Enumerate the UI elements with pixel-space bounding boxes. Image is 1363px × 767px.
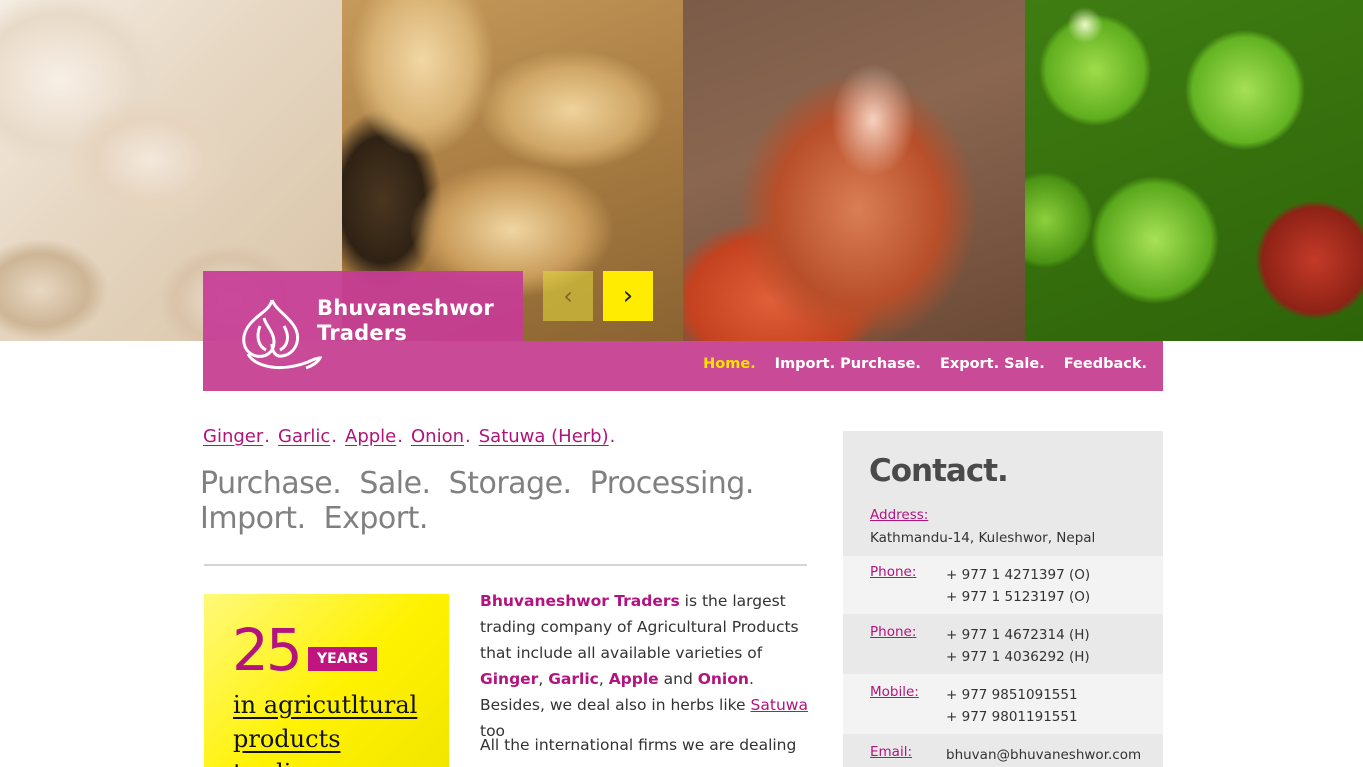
phone-office-2[interactable]: + 977 1 5123197 (O) bbox=[946, 586, 1090, 608]
satuwa-link[interactable]: Satuwa bbox=[751, 696, 808, 714]
main-nav: Home. Import. Purchase. Export. Sale. Fe… bbox=[703, 356, 1147, 372]
highlight-ginger: Ginger bbox=[480, 670, 539, 688]
product-link-ginger[interactable]: Ginger bbox=[203, 426, 263, 447]
chevron-left-icon: ‹ bbox=[563, 282, 573, 310]
phone-office-values: + 977 1 4271397 (O) + 977 1 5123197 (O) bbox=[946, 564, 1090, 608]
contact-address-row: Address: Kathmandu-14, Kuleshwor, Nepal bbox=[843, 505, 1163, 556]
contact-mobile-row: Mobile: + 977 9851091551 + 977 980119155… bbox=[843, 674, 1163, 734]
nav-import-purchase[interactable]: Import. Purchase. bbox=[775, 356, 921, 372]
separator: . bbox=[465, 426, 471, 447]
phone-home-1[interactable]: + 977 1 4672314 (H) bbox=[946, 624, 1090, 646]
contact-phone-home-row: Phone: + 977 1 4672314 (H) + 977 1 40362… bbox=[843, 614, 1163, 674]
product-links: Ginger. Garlic. Apple. Onion. Satuwa (He… bbox=[203, 426, 615, 447]
separator: . bbox=[609, 426, 616, 447]
product-link-onion[interactable]: Onion bbox=[411, 426, 464, 447]
phone-office-1[interactable]: + 977 1 4271397 (O) bbox=[946, 564, 1090, 586]
separator: . bbox=[397, 426, 403, 447]
product-link-garlic[interactable]: Garlic bbox=[278, 426, 330, 447]
address-label: Address: bbox=[870, 507, 929, 523]
product-link-apple[interactable]: Apple bbox=[345, 426, 396, 447]
email-value[interactable]: bhuvan@bhuvaneshwor.com bbox=[946, 744, 1141, 766]
brand-name[interactable]: Bhuvaneshwor Traders bbox=[317, 296, 494, 346]
mobile-values: + 977 9851091551 + 977 9801191551 bbox=[946, 684, 1078, 728]
nav-feedback[interactable]: Feedback. bbox=[1064, 356, 1147, 372]
address-value: Kathmandu-14, Kuleshwor, Nepal bbox=[870, 530, 1096, 546]
tagline-line2: Import. Export. bbox=[200, 501, 428, 536]
separator: . bbox=[264, 426, 270, 447]
phone-home-2[interactable]: + 977 1 4036292 (H) bbox=[946, 646, 1090, 668]
apple-image bbox=[1025, 0, 1363, 341]
phone-office-label: Phone: bbox=[870, 564, 917, 580]
mobile-label: Mobile: bbox=[870, 684, 919, 700]
contact-panel: Contact. Address: Kathmandu-14, Kuleshwo… bbox=[843, 431, 1163, 767]
intro-paragraph-2: All the international firms we are deali… bbox=[480, 736, 797, 754]
mobile-1[interactable]: + 977 9851091551 bbox=[946, 684, 1078, 706]
tagline: Purchase. Sale. Storage. Processing. Imp… bbox=[200, 466, 754, 536]
nav-export-sale[interactable]: Export. Sale. bbox=[940, 356, 1045, 372]
highlight-onion: Onion bbox=[697, 670, 749, 688]
contact-title: Contact. bbox=[869, 453, 1009, 489]
years-badge: YEARS bbox=[308, 647, 378, 671]
years-number: 25 bbox=[232, 616, 303, 684]
phone-home-values: + 977 1 4672314 (H) + 977 1 4036292 (H) bbox=[946, 624, 1090, 668]
years-experience-box[interactable]: 25 YEARS in agricutltural products tradi… bbox=[204, 594, 449, 767]
divider bbox=[204, 564, 807, 566]
contact-phone-office-row: Phone: + 977 1 4271397 (O) + 977 1 51231… bbox=[843, 556, 1163, 614]
chevron-right-icon: › bbox=[622, 281, 634, 311]
highlight-garlic: Garlic bbox=[548, 670, 599, 688]
contact-email-row: Email: bhuvan@bhuvaneshwor.com bbox=[843, 734, 1163, 767]
separator: . bbox=[331, 426, 338, 447]
company-name: Bhuvaneshwor Traders bbox=[480, 592, 680, 610]
tagline-line1: Purchase. Sale. Storage. Processing. bbox=[200, 466, 754, 501]
years-description: in agricutltural products trading bbox=[233, 691, 418, 767]
intro-paragraph: Bhuvaneshwor Traders is the largest trad… bbox=[480, 592, 808, 740]
mobile-2[interactable]: + 977 9801191551 bbox=[946, 706, 1078, 728]
highlight-apple: Apple bbox=[608, 670, 659, 688]
slider-prev-button[interactable]: ‹ bbox=[543, 271, 593, 321]
brand-name-line1: Bhuvaneshwor bbox=[317, 296, 494, 320]
slider-next-button[interactable]: › bbox=[603, 271, 653, 321]
intro-text-and: and bbox=[658, 670, 698, 688]
product-link-satuwa[interactable]: Satuwa (Herb) bbox=[479, 426, 609, 447]
garlic-logo-icon[interactable] bbox=[236, 296, 322, 374]
phone-home-label: Phone: bbox=[870, 624, 917, 640]
brand-name-line2: Traders bbox=[317, 321, 408, 345]
nav-home[interactable]: Home. bbox=[703, 356, 756, 372]
email-label: Email: bbox=[870, 744, 913, 760]
onion-image bbox=[683, 0, 1025, 341]
